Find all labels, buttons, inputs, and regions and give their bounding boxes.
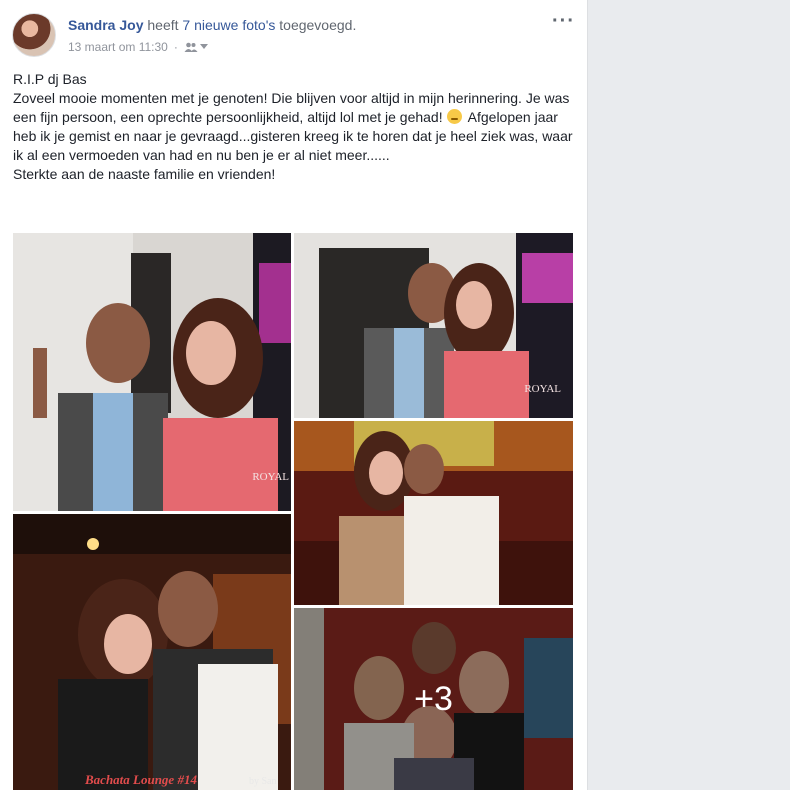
post-photo-4[interactable]: Bachata Lounge #14 by San xyxy=(13,514,291,790)
photo-watermark-royal: ROYAL xyxy=(252,471,289,483)
action-prefix: heeft xyxy=(147,17,179,33)
author-avatar[interactable] xyxy=(12,13,56,57)
post-photo-5[interactable]: +3 xyxy=(294,608,573,790)
photo-watermark-royal: ROYAL xyxy=(524,383,561,395)
author-name[interactable]: Sandra Joy xyxy=(68,17,143,33)
post-text: R.I.P dj Bas Zoveel mooie momenten met j… xyxy=(13,70,578,184)
photo-watermark-by: by San xyxy=(249,776,277,787)
post-text-line: Zoveel mooie momenten met je genoten! Di… xyxy=(13,89,578,165)
photo-watermark-bachata: Bachata Lounge #14 xyxy=(85,772,197,787)
more-photos-count: +3 xyxy=(414,679,453,718)
post-text-line: R.I.P dj Bas xyxy=(13,71,87,87)
more-photos-overlay[interactable]: +3 xyxy=(294,608,573,790)
post-photo-3[interactable] xyxy=(294,421,573,605)
chevron-down-icon xyxy=(199,44,208,49)
post-photo-1[interactable]: ROYAL xyxy=(13,233,291,511)
photo-image xyxy=(13,514,291,790)
post-meta: 13 maart om 11:30 · xyxy=(68,40,208,54)
meta-separator: · xyxy=(173,40,178,54)
post-timestamp[interactable]: 13 maart om 11:30 xyxy=(68,40,168,54)
photos-link[interactable]: 7 nieuwe foto's xyxy=(182,17,275,33)
post-header: Sandra Joy heeft 7 nieuwe foto's toegevo… xyxy=(68,17,356,33)
privacy-selector[interactable] xyxy=(184,42,208,52)
photo-image xyxy=(294,421,573,605)
friends-icon xyxy=(184,42,198,52)
action-suffix: toegevoegd. xyxy=(279,17,357,33)
post-photo-2[interactable]: ROYAL xyxy=(294,233,573,418)
post-card: Sandra Joy heeft 7 nieuwe foto's toegevo… xyxy=(0,0,588,790)
post-text-line: Sterkte aan de naaste familie en vriende… xyxy=(13,166,276,182)
post-options-button[interactable]: ··· xyxy=(552,10,575,33)
photo-image xyxy=(13,233,291,511)
sad-face-emoji-icon xyxy=(446,109,462,124)
